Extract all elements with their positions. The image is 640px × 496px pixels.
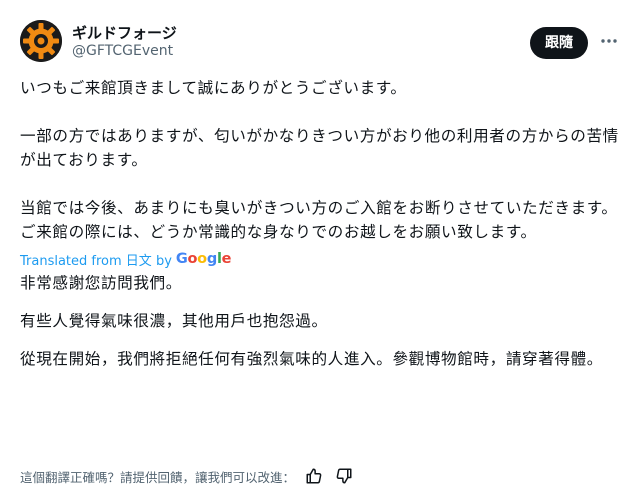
original-paragraph: 当館では今後、あまりにも臭いがきつい方のご入館をお断りさせていただきます。ご来館…	[20, 199, 618, 241]
translation-attribution: Translated from 日文 by Google	[20, 250, 620, 269]
thumbs-down-icon[interactable]	[333, 465, 355, 487]
avatar-logo-icon	[20, 20, 62, 62]
source-language: 日文	[125, 253, 152, 269]
follow-button[interactable]: 跟隨	[530, 27, 588, 59]
translated-paragraph: 從現在開始，我們將拒絕任何有強烈氣味的人進入。參觀博物館時，請穿著得體。	[20, 350, 603, 368]
translated-paragraph: 有些人覺得氣味很濃，其他用戶也抱怨過。	[20, 312, 328, 330]
translated-by-label: by	[151, 253, 172, 269]
original-paragraph: 一部の方ではありますが、匂いがかなりきつい方がおり他の利用者の方からの苦情が出て…	[20, 127, 619, 169]
translation-feedback: 這個翻譯正確嗎？請提供回饋，讓我們可以改進：	[20, 465, 355, 487]
account-handle[interactable]: @GFTCGEvent	[72, 43, 173, 59]
more-horizontal-icon[interactable]	[598, 30, 620, 52]
feedback-prompt: 這個翻譯正確嗎？請提供回饋，讓我們可以改進：	[20, 469, 296, 485]
translated-from-label: Translated from	[20, 253, 126, 269]
original-paragraph: いつもご来館頂きまして誠にありがとうございます。	[20, 79, 407, 97]
translated-paragraph: 非常感謝您訪問我們。	[20, 274, 182, 292]
tweet-body: いつもご来館頂きまして誠にありがとうございます。 一部の方ではありますが、匂いが…	[20, 76, 620, 371]
display-name[interactable]: ギルドフォージ	[72, 22, 177, 43]
avatar[interactable]	[20, 20, 62, 62]
tweet-header: ギルドフォージ @GFTCGEvent 跟隨	[20, 20, 624, 68]
translated-text: 非常感謝您訪問我們。 有些人覺得氣味很濃，其他用戶也抱怨過。 從現在開始，我們將…	[20, 271, 620, 371]
google-logo: Google	[175, 251, 232, 267]
translated-from-link[interactable]: Translated from 日文 by	[20, 250, 172, 269]
original-text: いつもご来館頂きまして誠にありがとうございます。 一部の方ではありますが、匂いが…	[20, 76, 620, 244]
thumbs-up-icon[interactable]	[303, 465, 325, 487]
